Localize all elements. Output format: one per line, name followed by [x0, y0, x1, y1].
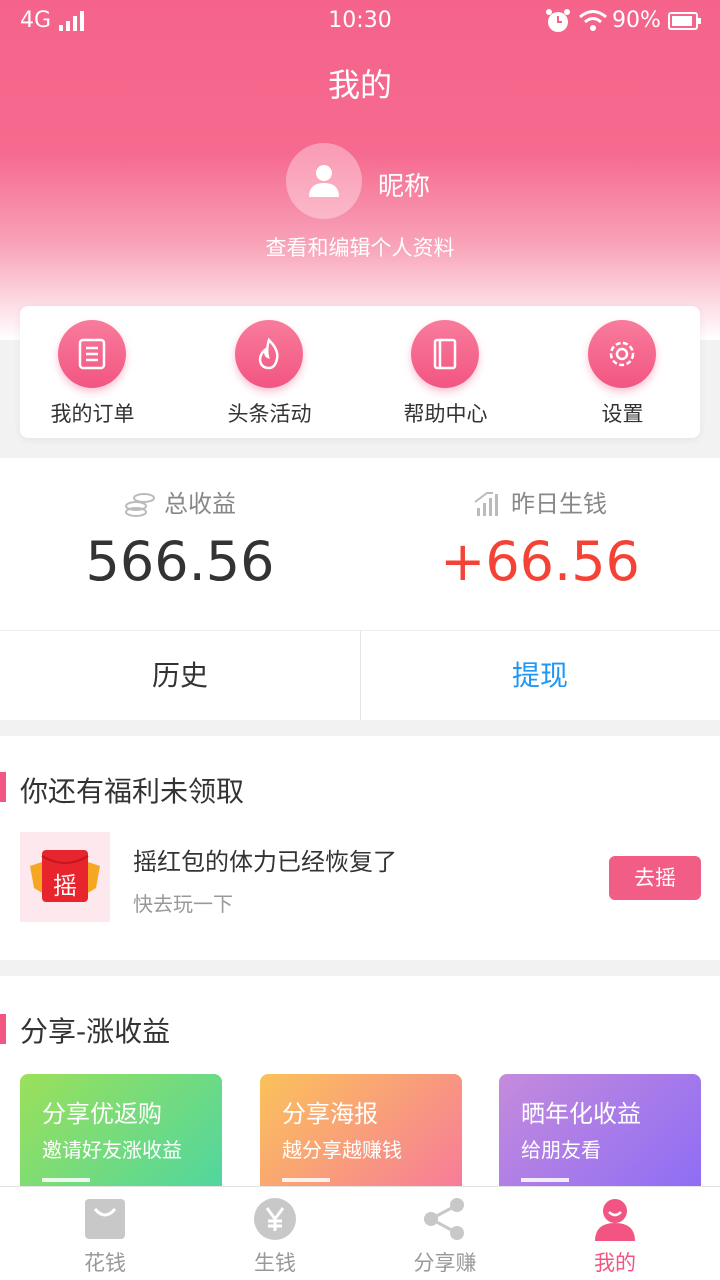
share-title: 分享-涨收益	[20, 1015, 171, 1048]
rewards-title: 你还有福利未领取	[20, 775, 245, 808]
tab-label: 我的	[594, 1251, 636, 1275]
share-icon	[424, 1198, 464, 1240]
menu-item-settings[interactable]: 设置	[550, 306, 720, 438]
flame-icon	[235, 320, 303, 388]
menu-label: 设置	[601, 402, 644, 426]
reward-item-subtitle: 快去玩一下	[133, 892, 233, 916]
yen-icon	[254, 1198, 296, 1240]
yesterday-earnings-label: 昨日生钱	[511, 490, 607, 518]
card-underline	[282, 1178, 330, 1182]
menu-label: 帮助中心	[403, 402, 488, 426]
yesterday-earnings-value: +66.56	[440, 530, 640, 593]
tab-label: 花钱	[84, 1251, 126, 1275]
share-card-title: 分享优返购	[42, 1100, 162, 1128]
shake-button[interactable]: 去摇	[609, 856, 701, 900]
share-card-subtitle: 给朋友看	[521, 1138, 601, 1162]
total-earnings-label: 总收益	[164, 490, 236, 518]
alarm-icon	[546, 9, 570, 32]
shopping-bag-icon	[85, 1199, 125, 1239]
yesterday-earnings: 昨日生钱 +66.56	[360, 458, 720, 630]
battery-percent: 90%	[612, 8, 661, 33]
share-card-title: 分享海报	[282, 1100, 378, 1128]
share-card-returns[interactable]: 晒年化收益 给朋友看	[499, 1074, 701, 1194]
menu-item-help[interactable]: 帮助中心	[373, 306, 543, 438]
tab-share[interactable]: 分享赚	[355, 1187, 535, 1280]
wifi-icon	[579, 10, 607, 31]
share-card-poster[interactable]: 分享海报 越分享越赚钱	[260, 1074, 462, 1194]
withdraw-button[interactable]: 提现	[360, 631, 720, 720]
section-accent-bar	[0, 772, 6, 802]
tab-mine[interactable]: 我的	[525, 1187, 705, 1280]
order-icon	[58, 320, 126, 388]
rewards-section: 你还有福利未领取 摇 摇红包的体力已经恢复了 快去玩一下 去摇	[0, 736, 720, 960]
red-packet-char: 摇	[53, 872, 77, 900]
earnings-actions: 历史 提现	[0, 630, 720, 720]
menu-label: 头条活动	[227, 402, 312, 426]
share-card-subtitle: 邀请好友涨收益	[42, 1138, 182, 1162]
red-packet-icon: 摇	[30, 850, 100, 902]
gear-icon	[588, 320, 656, 388]
card-underline	[42, 1178, 90, 1182]
book-icon	[411, 320, 479, 388]
growth-chart-icon	[474, 492, 498, 516]
status-bar: 4G 10:30 90%	[0, 0, 720, 44]
tab-earn[interactable]: 生钱	[185, 1187, 365, 1280]
menu-item-activity[interactable]: 头条活动	[197, 306, 367, 438]
total-earnings-value: 566.56	[85, 530, 275, 593]
tab-label: 生钱	[254, 1251, 296, 1275]
share-card-title: 晒年化收益	[521, 1100, 641, 1128]
user-icon	[309, 165, 339, 197]
tab-label: 分享赚	[413, 1251, 477, 1275]
nickname[interactable]: 昵称	[378, 166, 430, 203]
bottom-tab-bar: 花钱 生钱 分享赚 我的	[0, 1186, 720, 1280]
share-card-invite[interactable]: 分享优返购 邀请好友涨收益	[20, 1074, 222, 1194]
coins-icon	[125, 493, 155, 517]
total-earnings: 总收益 566.56	[0, 458, 360, 630]
reward-item-title: 摇红包的体力已经恢复了	[133, 848, 397, 876]
history-button[interactable]: 历史	[0, 631, 360, 720]
page-title: 我的	[327, 66, 392, 104]
tab-spend[interactable]: 花钱	[15, 1187, 195, 1280]
menu-label: 我的订单	[50, 402, 135, 426]
share-card-subtitle: 越分享越赚钱	[282, 1138, 402, 1162]
edit-profile-link[interactable]: 查看和编辑个人资料	[0, 232, 720, 262]
earnings-panel: 总收益 566.56 昨日生钱 +66.56	[0, 458, 720, 630]
battery-icon	[668, 12, 701, 30]
menu-item-orders[interactable]: 我的订单	[20, 306, 190, 438]
card-underline	[521, 1178, 569, 1182]
red-packet-thumbnail[interactable]: 摇	[20, 832, 110, 922]
section-accent-bar	[0, 1014, 6, 1044]
profile-icon	[595, 1199, 635, 1241]
share-section: 分享-涨收益 分享优返购 邀请好友涨收益 分享海报 越分享越赚钱 晒年化收益 给…	[0, 976, 720, 1194]
avatar[interactable]	[286, 143, 362, 219]
quick-menu: 我的订单 头条活动 帮助中心 设置	[20, 306, 700, 438]
